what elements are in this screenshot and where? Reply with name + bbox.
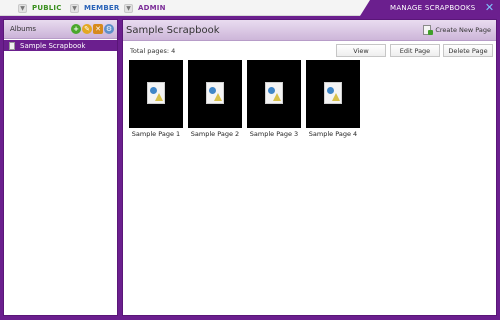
total-pages-count: Total pages: 4	[130, 47, 176, 55]
manage-scrapbooks-tab: MANAGE SCRAPBOOKS	[360, 0, 500, 16]
image-icon	[147, 82, 165, 104]
nav-tab-member[interactable]: ▼ MEMBER	[70, 3, 119, 13]
page-caption: Sample Page 4	[308, 130, 358, 138]
view-button[interactable]: View	[336, 44, 386, 57]
albums-header: Albums + ✎ ✕ ⚙	[4, 20, 117, 39]
scrapbook-header: Sample Scrapbook Create New Page	[123, 20, 496, 41]
add-icon[interactable]: +	[71, 24, 81, 34]
chevron-down-icon: ▼	[18, 3, 27, 13]
album-list-item[interactable]: Sample Scrapbook	[4, 40, 117, 51]
page-caption: Sample Page 1	[131, 130, 181, 138]
albums-toolbar: + ✎ ✕ ⚙	[71, 24, 114, 34]
edit-page-button[interactable]: Edit Page	[390, 44, 440, 57]
nav-tab-admin[interactable]: ▼ ADMIN	[124, 3, 166, 13]
album-item-label: Sample Scrapbook	[20, 41, 86, 50]
new-page-icon	[423, 25, 434, 35]
page-caption: Sample Page 3	[249, 130, 299, 138]
manage-scrapbooks-title: MANAGE SCRAPBOOKS	[390, 4, 476, 12]
chevron-down-icon: ▼	[70, 3, 79, 13]
page-caption: Sample Page 2	[190, 130, 240, 138]
document-icon	[9, 41, 15, 50]
image-icon	[206, 82, 224, 104]
close-icon[interactable]: ✕	[484, 2, 495, 13]
nav-admin-label: ADMIN	[138, 4, 166, 12]
top-navigation-bar: ▼ PUBLIC ▼ MEMBER ▼ ADMIN MANAGE SCRAPBO…	[0, 0, 500, 16]
page-thumbnail[interactable]	[129, 60, 183, 128]
image-icon	[265, 82, 283, 104]
create-new-page-button[interactable]: Create New Page	[423, 25, 491, 35]
scrapbook-title: Sample Scrapbook	[126, 24, 220, 36]
edit-icon[interactable]: ✎	[82, 24, 92, 34]
create-new-page-label: Create New Page	[435, 26, 491, 34]
delete-page-button[interactable]: Delete Page	[443, 44, 493, 57]
scrapbook-panel: Sample Scrapbook Create New Page Total p…	[122, 19, 497, 316]
albums-title: Albums	[10, 25, 37, 33]
albums-panel: Albums + ✎ ✕ ⚙ Sample Scrapbook	[3, 19, 118, 316]
settings-icon[interactable]: ⚙	[104, 24, 114, 34]
page-thumbnail[interactable]	[306, 60, 360, 128]
image-icon	[324, 82, 342, 104]
delete-icon[interactable]: ✕	[93, 24, 103, 34]
page-thumbnail[interactable]	[247, 60, 301, 128]
chevron-down-icon: ▼	[124, 3, 133, 13]
nav-tab-public[interactable]: ▼ PUBLIC	[18, 3, 62, 13]
app-frame: Albums + ✎ ✕ ⚙ Sample Scrapbook Sample S…	[0, 16, 500, 320]
page-thumbnail[interactable]	[188, 60, 242, 128]
nav-member-label: MEMBER	[84, 4, 120, 12]
nav-public-label: PUBLIC	[32, 4, 62, 12]
